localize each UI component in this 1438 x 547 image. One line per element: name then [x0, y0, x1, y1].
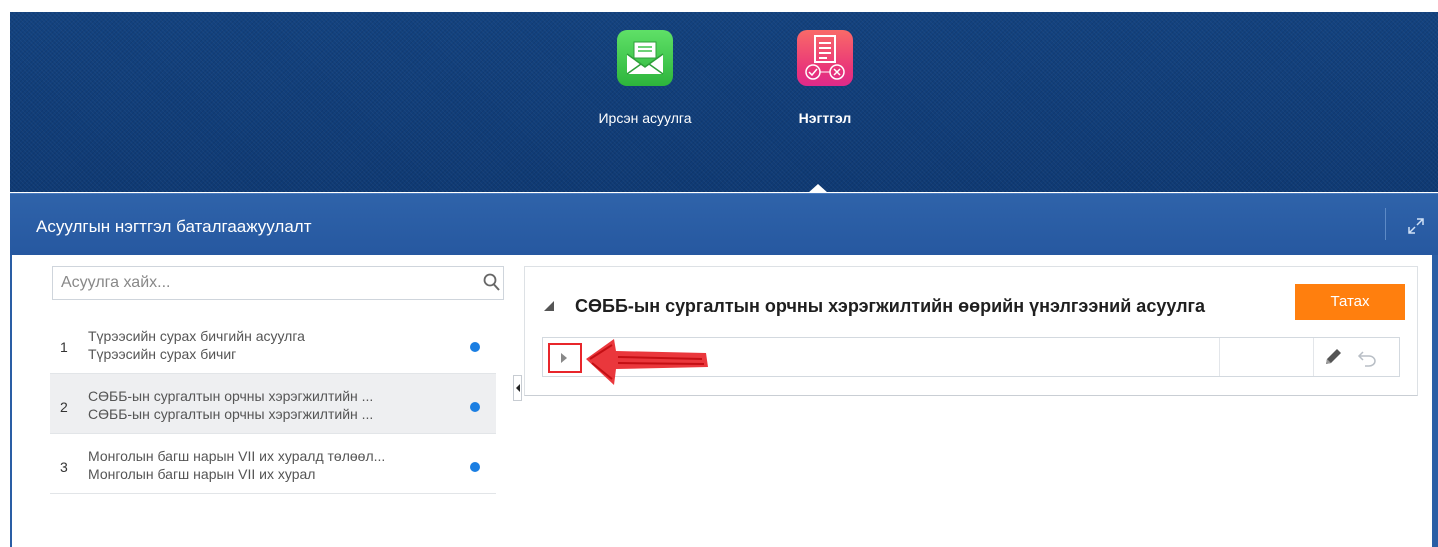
item-number: 2 [60, 399, 68, 415]
item-subtitle: СӨББ-ын сургалтын орчны хэрэгжилтийн ... [88, 406, 374, 422]
envelope-icon [617, 30, 673, 86]
item-number: 3 [60, 459, 68, 475]
item-title: Түрээсийн сурах бичгийн асуулга [88, 328, 305, 344]
survey-title: СӨББ-ын сургалтын орчны хэрэгжилтийн өөр… [575, 296, 1206, 316]
detail-panel: СӨББ-ын сургалтын орчны хэрэгжилтийн өөр… [524, 266, 1418, 396]
item-subtitle: Түрээсийн сурах бичиг [88, 346, 237, 362]
search-box [52, 266, 504, 300]
status-dot [470, 462, 480, 472]
tile-label: Нэгтгэл [798, 110, 852, 126]
cell-divider [1219, 338, 1220, 376]
active-tile-caret [808, 184, 828, 193]
undo-icon[interactable] [1356, 346, 1378, 368]
checklist-icon [797, 30, 853, 86]
download-button[interactable]: Татах [1295, 284, 1405, 320]
table-row [542, 337, 1400, 377]
page-title-bar: Асуулгын нэгтгэл баталгаажуулалт [10, 193, 1438, 255]
frame-border-left [10, 255, 12, 547]
survey-list: 1 Түрээсийн сурах бичгийн асуулга Түрээс… [50, 314, 496, 494]
title-divider [1385, 208, 1386, 240]
search-input[interactable] [53, 267, 483, 299]
status-dot [470, 342, 480, 352]
item-title: СӨББ-ын сургалтын орчны хэрэгжилтийн ... [88, 388, 374, 404]
page-title: Асуулгын нэгтгэл баталгаажуулалт [36, 217, 312, 236]
frame-border-right [1432, 255, 1438, 547]
collapse-panel-handle[interactable] [513, 375, 522, 401]
chevron-left-icon [516, 384, 520, 392]
status-dot [470, 402, 480, 412]
expand-row-icon[interactable] [548, 343, 582, 373]
chevron-right-icon [561, 353, 567, 363]
item-subtitle: Монголын багш нарын VII их хурал [88, 466, 316, 482]
list-item[interactable]: 3 Монголын багш нарын VII их хуралд төлө… [50, 434, 496, 494]
tile-label: Ирсэн асуулга [598, 110, 692, 126]
search-icon[interactable] [483, 273, 501, 293]
tile-aggregation[interactable]: Нэгтгэл [760, 30, 890, 126]
item-number: 1 [60, 339, 68, 355]
expand-icon[interactable] [1406, 216, 1426, 236]
pencil-icon[interactable] [1323, 347, 1343, 367]
item-title: Монголын багш нарын VII их хуралд төлөөл… [88, 448, 386, 464]
section-collapse-icon[interactable] [544, 301, 554, 311]
list-item[interactable]: 2 СӨББ-ын сургалтын орчны хэрэгжилтийн .… [50, 374, 496, 434]
cell-divider [1313, 338, 1314, 376]
tile-incoming-surveys[interactable]: Ирсэн асуулга [580, 30, 710, 126]
launchpad-header: Ирсэн асуулга Нэгтгэл [10, 12, 1438, 193]
list-item[interactable]: 1 Түрээсийн сурах бичгийн асуулга Түрээс… [50, 314, 496, 374]
